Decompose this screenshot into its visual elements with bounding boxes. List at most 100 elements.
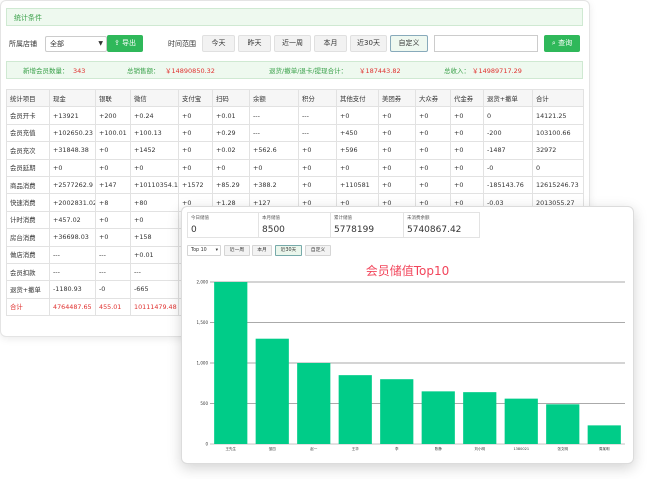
table-cell: +1452 (130, 141, 179, 160)
table-cell: --- (49, 245, 96, 264)
table-cell: +0.29 (212, 123, 250, 143)
bar[interactable] (338, 375, 372, 444)
refund-value: ￥187443.82 (359, 67, 401, 75)
table-header-row: 统计项目 现金 银联 微信 支付宝 扫码 余额 积分 其他支付 美团券 大众券 … (6, 88, 584, 108)
table-row: 会员开卡 +13921 +200 +0.24 +0 +0.01 --- --- +0 +0 +0 +0… (6, 106, 584, 125)
table-cell: -200 (483, 123, 533, 143)
table-cell: --- (95, 245, 131, 264)
table-cell: +110581 (336, 175, 379, 195)
total-income-value: ￥14989717.29 (472, 67, 522, 75)
table-cell: +0 (178, 158, 213, 177)
bar[interactable] (297, 363, 331, 444)
row-label: 会员扣款 (6, 262, 50, 282)
table-cell: +0 (298, 175, 337, 195)
y-tick-label: 2,000 (197, 280, 209, 285)
table-cell: +0 (178, 106, 213, 125)
table-cell: 103100.66 (532, 123, 584, 143)
table-cell: +0 (212, 158, 250, 177)
refund-label: 退货/撤单/退卡/提现合计： (269, 67, 348, 75)
table-row: 会员延期 +0 +0 +0 +0 +0 +0 +0 +0 +0 +0 +0 -0 0 (6, 158, 584, 177)
y-tick-label: 1,000 (197, 361, 209, 366)
table-cell: +36698.03 (49, 228, 96, 247)
table-cell: --- (298, 123, 337, 143)
table-cell: --- (95, 262, 131, 282)
table-cell: +0 (95, 210, 131, 230)
table-cell: +0 (415, 158, 451, 177)
table-cell: --- (249, 106, 299, 125)
table-cell: -1180.93 (49, 280, 96, 299)
export-icon: ⇪ (113, 39, 120, 47)
col-header: 合计 (532, 88, 584, 108)
bar[interactable] (587, 425, 621, 444)
table-cell: +0 (415, 123, 451, 143)
table-cell: +158 (130, 228, 179, 247)
custom-range-input[interactable] (434, 35, 538, 52)
col-header: 退货+撤单 (483, 88, 533, 108)
col-header: 其他支付 (336, 88, 379, 108)
export-button[interactable]: ⇪ 导出 (107, 35, 143, 52)
x-tick-label: 王先生 (226, 446, 237, 451)
table-cell: +0 (450, 175, 484, 195)
table-cell: 0 (532, 158, 584, 177)
total-income-label: 总收入： (444, 67, 470, 75)
bar[interactable] (546, 404, 580, 444)
table-cell: +8 (95, 193, 131, 212)
x-tick-label: 张文明 (558, 446, 569, 451)
table-cell: +0 (49, 158, 96, 177)
query-button[interactable]: ⌕ 查询 (544, 35, 580, 52)
table-cell: +0 (415, 106, 451, 125)
bar[interactable] (214, 282, 248, 444)
time-button-30days[interactable]: 近30天 (350, 35, 387, 52)
time-button-custom[interactable]: 自定义 (390, 35, 428, 52)
bar[interactable] (421, 391, 455, 444)
row-label: 会员充次 (6, 141, 50, 160)
table-cell: -665 (130, 280, 179, 299)
table-cell: +0 (378, 158, 416, 177)
table-cell: +80 (130, 193, 179, 212)
time-button-today[interactable]: 今天 (202, 35, 235, 52)
time-button-month[interactable]: 本月 (314, 35, 347, 52)
table-cell: +0 (336, 106, 379, 125)
bar[interactable] (463, 392, 497, 444)
table-cell: +31848.38 (49, 141, 96, 160)
table-cell: +0 (450, 106, 484, 125)
summary-bar: 新增会员数量： 343 总销售额： ￥14890850.32 退货/撤单/退卡/… (6, 61, 583, 79)
table-cell: -185143.76 (483, 175, 533, 195)
store-select-value: 全部 (50, 40, 64, 48)
table-cell: -0 (95, 280, 131, 299)
bar[interactable] (255, 338, 289, 444)
store-select[interactable]: 全部 ▼ (45, 36, 107, 52)
x-tick-label: 陈静 (435, 446, 443, 451)
bar[interactable] (380, 379, 414, 444)
table-cell: +388.2 (249, 175, 299, 195)
table-cell: --- (298, 106, 337, 125)
table-cell: +0 (378, 175, 416, 195)
row-label: 商品消费 (6, 175, 50, 195)
table-cell: +0 (378, 141, 416, 160)
col-header: 银联 (95, 88, 131, 108)
col-header: 统计项目 (6, 88, 50, 108)
table-cell: +85.29 (212, 175, 250, 195)
table-cell: +0 (178, 123, 213, 143)
table-cell: +147 (95, 175, 131, 195)
bar[interactable] (504, 398, 538, 444)
row-label: 会员充值 (6, 123, 50, 143)
table-cell: 10111479.48 (130, 297, 179, 317)
col-header: 积分 (298, 88, 337, 108)
x-tick-label: 邹四 (269, 446, 277, 451)
bar-chart: 0 500 1,000 1,500 2,000 王先生 邹四 赵一 王华 李 陈静 刘小明 138002… (197, 280, 625, 451)
store-label: 所属店铺 (9, 40, 37, 48)
table-row: 会员充次 +31848.38 +0 +1452 +0 +0.02 +562.6 +0 +596 +… (6, 141, 584, 160)
table-cell: +2577262.9 (49, 175, 96, 195)
table-cell: +100.01 (95, 123, 131, 143)
table-cell: --- (130, 262, 179, 282)
stored-value-panel: 今日储值 0 本月储值 8500 累计储值 5778199 未消费余额 5740… (181, 206, 634, 464)
table-cell: +13921 (49, 106, 96, 125)
table-cell: +0 (450, 123, 484, 143)
table-cell: +0 (95, 141, 131, 160)
table-cell: 0 (483, 106, 533, 125)
time-button-yesterday[interactable]: 昨天 (238, 35, 271, 52)
time-button-week[interactable]: 近一周 (274, 35, 311, 52)
table-cell: --- (249, 123, 299, 143)
row-label: 合计 (6, 297, 50, 317)
